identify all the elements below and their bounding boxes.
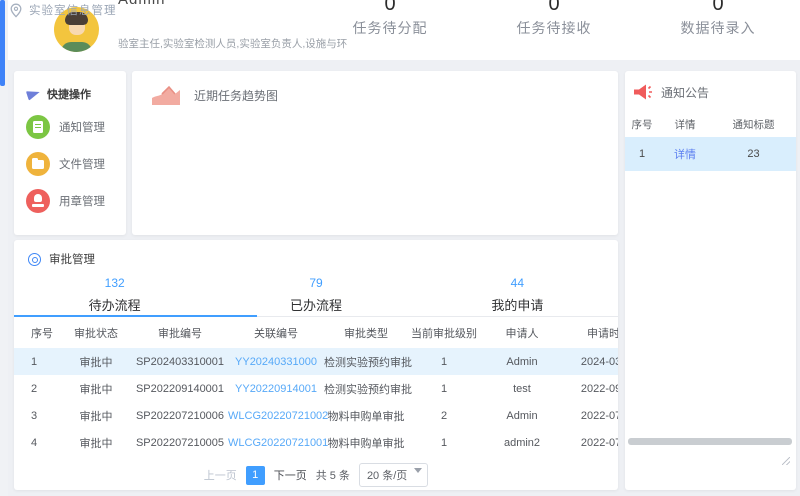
stat-cards: 0 任务待分配 0 任务待接收 0 数据待录入 xyxy=(308,0,800,60)
stat-data-to-enter: 0 数据待录入 xyxy=(636,0,800,60)
related-no-link[interactable]: WLCG20220721002 xyxy=(228,410,328,422)
stat-value: 0 xyxy=(712,0,723,16)
table-row[interactable]: 3 审批中 SP202207210006 WLCG20220721002 物料申… xyxy=(14,402,618,429)
stat-tasks-to-receive: 0 任务待接收 xyxy=(472,0,636,60)
notices-table: 序号 详情 通知标题 1 详情 23 xyxy=(625,111,796,171)
task-trend-header: 近期任务趋势图 xyxy=(132,71,618,107)
approval-header: 审批管理 xyxy=(14,240,618,267)
document-icon xyxy=(26,115,50,139)
approval-tabs: 132 待办流程 79 已办流程 44 我的申请 xyxy=(14,273,618,317)
task-trend-title: 近期任务趋势图 xyxy=(194,87,278,104)
related-no-link[interactable]: WLCG20220721001 xyxy=(228,437,328,449)
quick-op-seal-management[interactable]: 用章管理 xyxy=(26,189,126,213)
approval-table: 序号 审批状态 审批编号 关联编号 审批类型 当前审批级别 申请人 申请时间 1… xyxy=(14,318,618,456)
notice-no: 1 xyxy=(625,137,659,171)
quick-op-notice-management[interactable]: 通知管理 xyxy=(26,115,126,139)
quick-operations-panel: 快捷操作 通知管理 文件管理 用章管理 xyxy=(14,71,126,235)
user-summary-card: Admin 验室主任,实验室检测人员,实验室负责人,设施与环 0 任务待分配 0… xyxy=(8,0,800,60)
related-no-link[interactable]: YY20220914001 xyxy=(235,383,317,395)
approval-panel: 审批管理 132 待办流程 79 已办流程 44 我的申请 xyxy=(14,240,618,490)
col-no: 序号 xyxy=(625,111,659,137)
left-scrollbar-track[interactable] xyxy=(0,0,8,496)
arrow-icon xyxy=(26,87,41,101)
lab-dashboard: Admin 验室主任,实验室检测人员,实验室负责人,设施与环 0 任务待分配 0… xyxy=(0,0,800,496)
chevron-down-icon xyxy=(414,468,422,473)
left-scrollbar-thumb[interactable] xyxy=(0,0,5,86)
area-chart-icon xyxy=(150,84,182,107)
quick-operations-header: 快捷操作 xyxy=(14,71,126,102)
stat-label: 任务待分配 xyxy=(353,18,428,38)
stat-value: 0 xyxy=(548,0,559,16)
notices-title: 通知公告 xyxy=(661,84,709,101)
tab-my-applications[interactable]: 44 我的申请 xyxy=(417,273,618,316)
breadcrumb: 实验室信息管理 xyxy=(10,2,117,18)
table-row[interactable]: 1 审批中 SP202403310001 YY20240331000 检测实验预… xyxy=(14,348,618,375)
table-row[interactable]: 2 审批中 SP202209140001 YY20220914001 检测实验预… xyxy=(14,375,618,402)
horizontal-scrollbar[interactable] xyxy=(628,438,792,445)
total-count-label: 共 5 条 xyxy=(316,467,350,483)
notices-header: 通知公告 xyxy=(625,71,796,101)
quick-operations-title: 快捷操作 xyxy=(47,86,91,102)
active-tab-underline xyxy=(14,315,257,317)
user-name: Admin xyxy=(118,0,166,8)
approval-badge-icon xyxy=(28,253,41,266)
stat-tasks-to-assign: 0 任务待分配 xyxy=(308,0,472,60)
stat-label: 数据待录入 xyxy=(681,18,756,38)
stamp-icon xyxy=(26,189,50,213)
location-pin-icon xyxy=(10,3,22,18)
table-row[interactable]: 4 审批中 SP202207210005 WLCG20220721001 物料申… xyxy=(14,429,618,456)
stat-label: 任务待接收 xyxy=(517,18,592,38)
page-size-select[interactable]: 20 条/页 xyxy=(359,463,428,487)
related-no-link[interactable]: YY20240331000 xyxy=(235,356,317,368)
tab-pending-processes[interactable]: 132 待办流程 xyxy=(14,273,215,316)
notices-header-row: 序号 详情 通知标题 xyxy=(625,111,796,137)
next-page-button[interactable]: 下一页 xyxy=(274,467,307,483)
breadcrumb-title: 实验室信息管理 xyxy=(29,2,117,18)
approval-header-row: 序号 审批状态 审批编号 关联编号 审批类型 当前审批级别 申请人 申请时间 xyxy=(14,318,618,348)
megaphone-icon xyxy=(633,83,653,101)
col-title: 通知标题 xyxy=(711,111,796,137)
resize-handle-icon[interactable] xyxy=(782,457,790,465)
notice-detail-link[interactable]: 详情 xyxy=(674,149,696,161)
folder-icon xyxy=(26,152,50,176)
prev-page-button[interactable]: 上一页 xyxy=(204,467,237,483)
pagination: 上一页 1 下一页 共 5 条 20 条/页 xyxy=(14,463,618,487)
quick-op-file-management[interactable]: 文件管理 xyxy=(26,152,126,176)
notice-title: 23 xyxy=(711,137,796,171)
page-1-button[interactable]: 1 xyxy=(246,466,265,485)
col-detail: 详情 xyxy=(659,111,711,137)
notice-row[interactable]: 1 详情 23 xyxy=(625,137,796,171)
stat-value: 0 xyxy=(384,0,395,16)
notices-panel: 通知公告 序号 详情 通知标题 1 详情 23 xyxy=(625,71,796,490)
approval-title: 审批管理 xyxy=(49,251,95,267)
task-trend-panel: 近期任务趋势图 xyxy=(132,71,618,235)
tab-done-processes[interactable]: 79 已办流程 xyxy=(215,273,416,316)
